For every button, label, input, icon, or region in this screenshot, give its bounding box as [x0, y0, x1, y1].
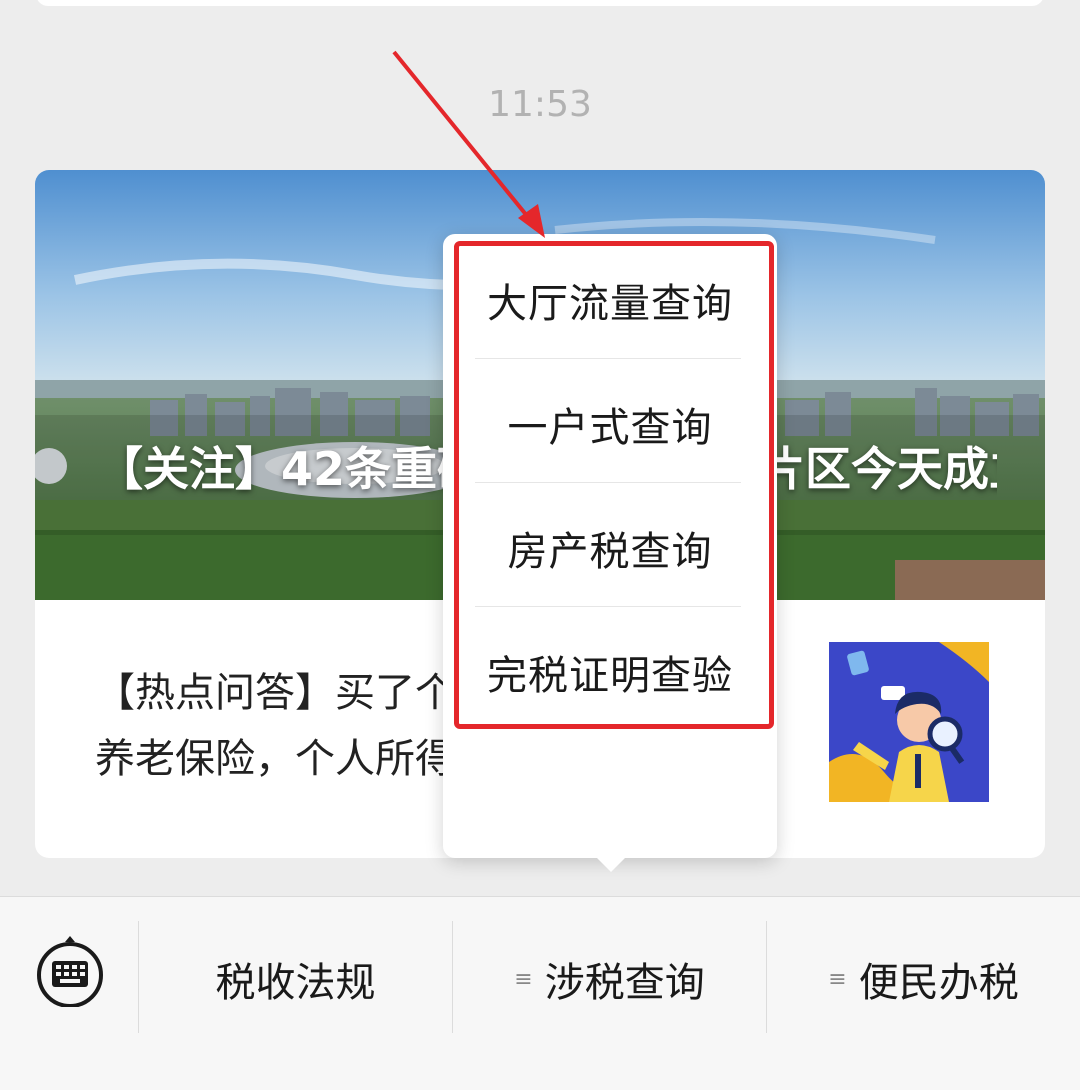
tab-tax-query[interactable]: ≡ 涉税查询 [453, 937, 766, 1021]
popup-caret [597, 858, 625, 872]
tab-convenient-tax-service-label: 便民办税 [858, 960, 1019, 1006]
keyboard-icon[interactable] [34, 935, 106, 1007]
menu-list-icon: ≡ [514, 966, 533, 992]
official-account-menu-bar: 税收法规 ≡ 涉税查询 ≡ 便民办税 [0, 896, 1080, 1090]
menu-list-icon: ≡ [828, 966, 847, 992]
tab-tax-query-label: 涉税查询 [544, 960, 705, 1006]
tab-tax-regulations-label: 税收法规 [215, 960, 376, 1006]
tab-convenient-tax-service[interactable]: ≡ 便民办税 [767, 937, 1080, 1021]
red-highlight-annotation [454, 241, 774, 729]
person-with-magnifier-illustration [829, 642, 989, 802]
tab-tax-regulations[interactable]: 税收法规 [139, 937, 452, 1021]
secondary-article-thumbnail [829, 642, 989, 802]
red-arrow-annotation [392, 50, 545, 238]
